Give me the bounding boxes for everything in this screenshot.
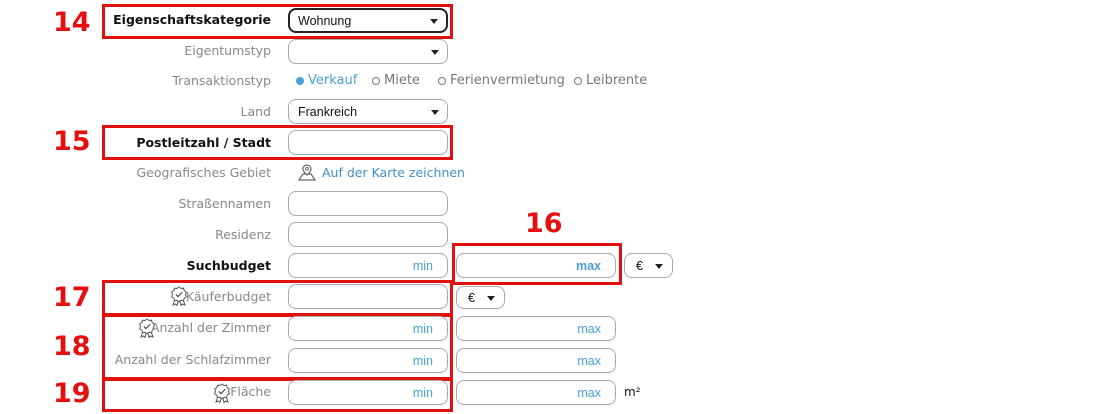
annotation-number-15: 15 [53,126,91,157]
country-value: Frankreich [298,105,358,119]
buyer-budget-input[interactable] [288,284,448,309]
search-budget-currency-select[interactable]: € [624,253,673,278]
num-bedrooms-min-input[interactable]: min [288,348,448,373]
chevron-down-icon [487,296,495,301]
buyer-budget-label: Käuferbudget [185,289,271,304]
num-rooms-min-input[interactable]: min [288,316,448,341]
annotation-number-19: 19 [53,378,91,409]
search-budget-label: Suchbudget [186,258,271,273]
radio-selected-icon [296,77,304,85]
min-placeholder: min [412,354,433,368]
min-placeholder: min [412,259,433,273]
postal-city-input[interactable] [288,130,448,155]
chevron-down-icon [431,110,439,115]
annotation-number-14: 14 [53,7,91,38]
annotation-number-16: 16 [525,208,563,239]
radio-leibrente-label: Leibrente [586,73,648,88]
chevron-down-icon [430,19,438,24]
max-placeholder: max [577,354,601,368]
buyer-budget-currency-select[interactable]: € [456,286,505,309]
award-ribbon-icon [214,383,230,403]
country-label: Land [240,104,271,119]
max-placeholder: max [577,386,601,400]
residence-label: Residenz [215,227,271,242]
draw-on-map-link[interactable]: Auf der Karte zeichnen [322,165,465,180]
area-label: Fläche [230,384,271,399]
num-bedrooms-max-input[interactable]: max [456,348,616,373]
num-rooms-label: Anzahl der Zimmer [150,320,271,335]
min-placeholder: min [412,322,433,336]
currency-value: € [468,291,475,305]
min-placeholder: min [412,386,433,400]
num-rooms-max-input[interactable]: max [456,316,616,341]
radio-empty-icon [438,77,446,85]
area-min-input[interactable]: min [288,380,448,405]
max-placeholder: max [575,259,601,273]
property-category-value: Wohnung [298,14,352,28]
country-select[interactable]: Frankreich [288,99,448,124]
area-max-input[interactable]: max [456,380,616,405]
radio-miete-label: Miete [384,73,420,88]
postal-city-label: Postleitzahl / Stadt [136,135,271,150]
residence-input[interactable] [288,222,448,247]
ownership-type-label: Eigentumstyp [184,43,271,58]
search-budget-max-input[interactable]: max [456,253,616,278]
search-budget-min-input[interactable]: min [288,253,448,278]
property-category-label: Eigenschaftskategorie [113,12,271,27]
radio-empty-icon [574,77,582,85]
num-bedrooms-label: Anzahl der Schlafzimmer [114,352,271,367]
chevron-down-icon [655,264,663,269]
property-category-select[interactable]: Wohnung [288,8,448,33]
ownership-type-select[interactable] [288,39,448,64]
radio-verkauf-label: Verkauf [308,73,358,88]
geo-area-label: Geografisches Gebiet [136,165,272,180]
area-unit: m² [624,385,641,399]
annotation-number-17: 17 [53,282,91,313]
street-names-label: Straßennamen [178,196,272,211]
map-pin-icon[interactable] [297,163,317,183]
street-names-input[interactable] [288,191,448,216]
max-placeholder: max [577,322,601,336]
radio-empty-icon [372,77,380,85]
transaction-type-label: Transaktionstyp [172,73,271,88]
chevron-down-icon [431,50,439,55]
currency-value: € [636,259,643,273]
radio-ferienvermietung-label: Ferienvermietung [450,73,565,88]
annotation-number-18: 18 [53,331,91,362]
